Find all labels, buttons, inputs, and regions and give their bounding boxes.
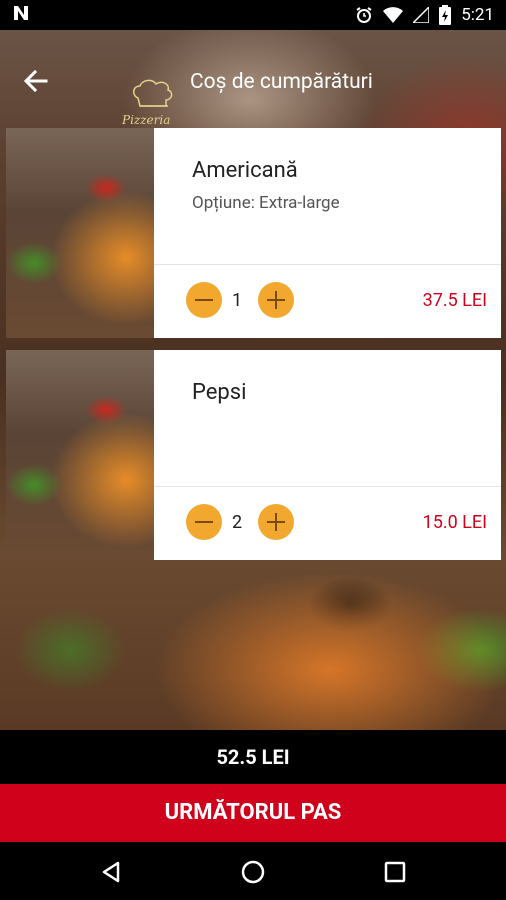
cart-item-details: Pepsi 2 15.0 LEI xyxy=(154,350,501,560)
increase-quantity-button[interactable] xyxy=(258,504,294,540)
page-title: Coș de cumpărături xyxy=(190,70,373,94)
divider xyxy=(154,486,501,487)
battery-charging-icon xyxy=(439,5,452,25)
quantity-value: 2 xyxy=(232,512,243,533)
cart-total: 52.5 LEI xyxy=(0,730,506,784)
item-price: 15.0 LEI xyxy=(422,512,487,533)
nav-recent-apps-icon[interactable] xyxy=(380,857,410,887)
app-bar: Pizzeria Florina Coș de cumpărături xyxy=(0,30,506,141)
nav-home-icon[interactable] xyxy=(238,857,268,887)
back-arrow-icon[interactable] xyxy=(20,66,50,96)
increase-quantity-button[interactable] xyxy=(258,282,294,318)
svg-text:Pizzeria: Pizzeria xyxy=(121,113,170,127)
wifi-icon xyxy=(383,7,404,23)
quantity-value: 1 xyxy=(232,290,243,311)
decrease-quantity-button[interactable] xyxy=(186,504,222,540)
cart-item-details: Americană Opțiune: Extra-large 1 37.5 LE… xyxy=(154,128,501,338)
item-name: Americană xyxy=(192,158,298,183)
product-image xyxy=(6,350,154,560)
status-bar: 5:21 xyxy=(0,0,506,30)
signal-icon xyxy=(413,7,430,23)
item-option: Opțiune: Extra-large xyxy=(192,193,340,213)
item-price: 37.5 LEI xyxy=(422,290,487,311)
nav-back-icon[interactable] xyxy=(96,857,126,887)
decrease-quantity-button[interactable] xyxy=(186,282,222,318)
item-name: Pepsi xyxy=(192,380,247,405)
cart-item-card: Americană Opțiune: Extra-large 1 37.5 LE… xyxy=(6,128,501,338)
alarm-icon xyxy=(355,6,373,24)
cart-item-card: Pepsi 2 15.0 LEI xyxy=(6,350,501,560)
product-image xyxy=(6,128,154,338)
divider xyxy=(154,264,501,265)
status-time: 5:21 xyxy=(461,5,494,25)
n-notification-icon xyxy=(12,4,30,27)
next-step-button[interactable]: URMĂTORUL PAS xyxy=(0,784,506,842)
system-navigation-bar xyxy=(0,842,506,900)
